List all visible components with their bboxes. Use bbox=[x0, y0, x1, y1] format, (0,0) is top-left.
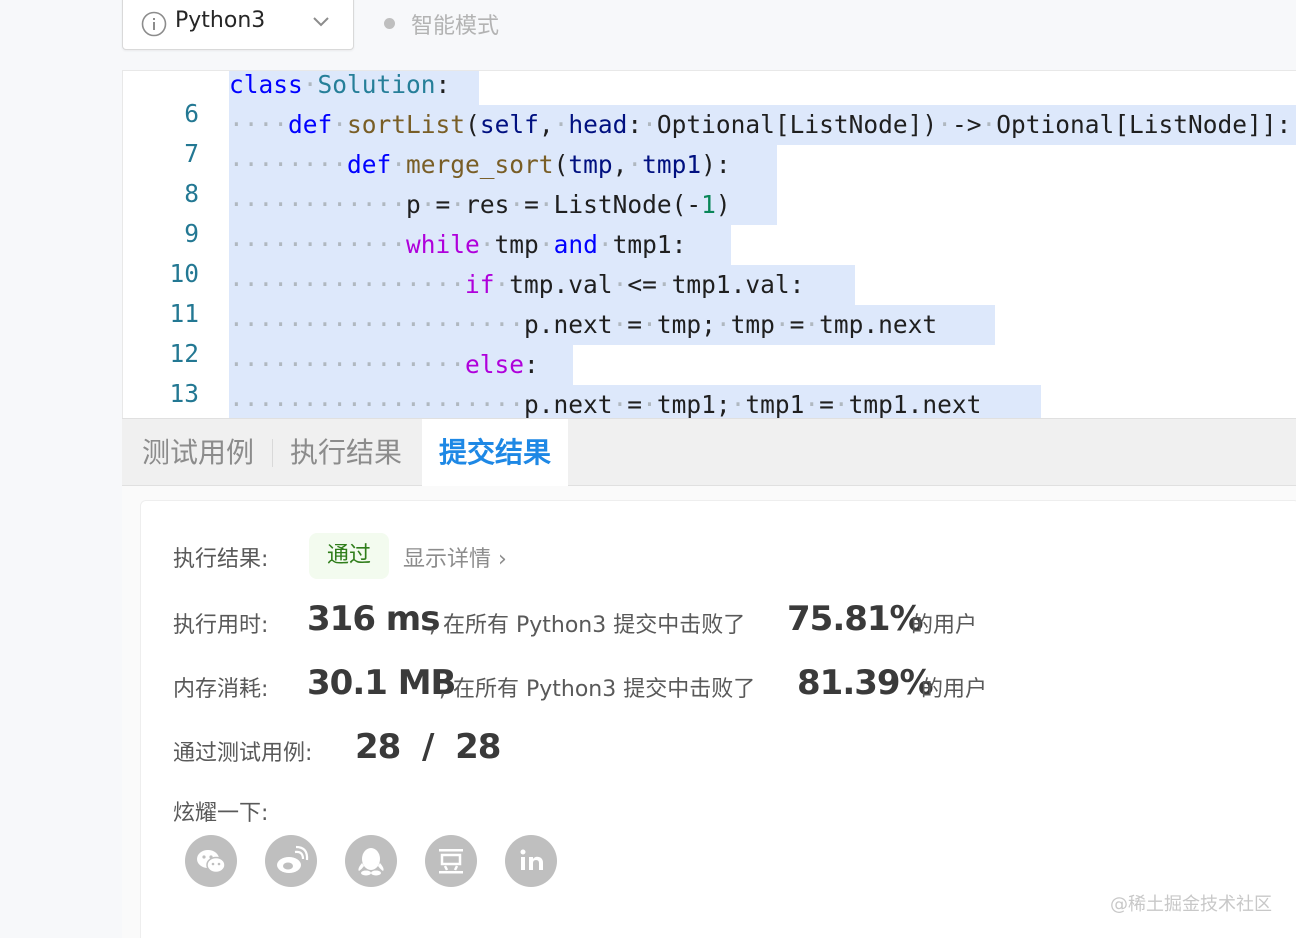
code-text: class·Solution: bbox=[229, 70, 451, 99]
runtime-desc: , 在所有 Python3 提交中击败了 bbox=[429, 613, 746, 638]
wechat-icon[interactable] bbox=[185, 835, 237, 887]
code-line: 8 ········def·merge_sort(tmp,·tmp1): bbox=[123, 145, 777, 208]
result-panel: 执行结果: 通过 显示详情 › 执行用时: 316 ms , 在所有 Pytho… bbox=[122, 486, 1296, 938]
code-line: 14 ····················p.next·=·tmp1;·tm… bbox=[123, 385, 1041, 418]
code-text: ········def·merge_sort(tmp,·tmp1): bbox=[229, 150, 731, 179]
mode-dot-icon bbox=[384, 18, 395, 29]
cases-value: 28 / 28 bbox=[355, 727, 501, 767]
language-label: Python3 bbox=[175, 8, 266, 33]
info-icon bbox=[141, 11, 167, 37]
code-line: 6 class·Solution: bbox=[123, 71, 479, 128]
runtime-value: 316 ms bbox=[307, 599, 440, 639]
code-line: 7 ····def·sortList(self,·head:·Optional[… bbox=[123, 105, 1296, 168]
tab-test-cases[interactable]: 测试用例 bbox=[142, 419, 274, 487]
tab-divider bbox=[272, 439, 273, 467]
memory-value: 30.1 MB bbox=[307, 663, 456, 703]
code-line: 10 ············while·tmp·and·tmp1: bbox=[123, 225, 731, 288]
status-badge: 通过 bbox=[309, 533, 389, 579]
result-card: 执行结果: 通过 显示详情 › 执行用时: 316 ms , 在所有 Pytho… bbox=[140, 500, 1296, 938]
qq-icon[interactable] bbox=[345, 835, 397, 887]
code-text: ····def·sortList(self,·head:·Optional[Li… bbox=[229, 110, 1292, 139]
linkedin-icon[interactable] bbox=[505, 835, 557, 887]
memory-label: 内存消耗: bbox=[173, 677, 269, 702]
code-line: 13 ················else: bbox=[123, 345, 573, 408]
runtime-label: 执行用时: bbox=[173, 613, 269, 638]
show-details-link[interactable]: 显示详情 › bbox=[403, 541, 507, 573]
status-label: 执行结果: bbox=[173, 547, 269, 572]
code-text: ····················p.next·=·tmp;·tmp·=·… bbox=[229, 310, 938, 339]
memory-percentile: 81.39% bbox=[797, 663, 934, 703]
chevron-down-icon bbox=[313, 17, 329, 27]
tab-label: 执行结果 bbox=[290, 436, 403, 469]
share-label: 炫耀一下: bbox=[173, 801, 269, 826]
code-text: ················if·tmp.val·<=·tmp1.val: bbox=[229, 270, 805, 299]
weibo-icon[interactable] bbox=[265, 835, 317, 887]
code-text: ····················p.next·=·tmp1;·tmp1·… bbox=[229, 390, 982, 418]
code-line: 12 ····················p.next·=·tmp;·tmp… bbox=[123, 305, 995, 368]
memory-tail: 的用户 bbox=[921, 677, 988, 702]
watermark: @稀土掘金技术社区 bbox=[1110, 894, 1272, 915]
tab-run-result[interactable]: 执行结果 bbox=[290, 419, 422, 487]
tab-submission-result[interactable]: 提交结果 bbox=[422, 419, 568, 488]
leetcode-submission-view: Python3 智能模式 6 class·Solution: 7 ····def… bbox=[0, 0, 1296, 938]
code-editor[interactable]: 6 class·Solution: 7 ····def·sortList(sel… bbox=[122, 70, 1296, 418]
code-text: ················else: bbox=[229, 350, 539, 379]
tab-label: 提交结果 bbox=[439, 436, 552, 469]
console-tabs: 测试用例 执行结果 提交结果 bbox=[122, 418, 1296, 488]
code-text: ············p·=·res·=·ListNode(-1) bbox=[229, 190, 731, 219]
smart-mode-label: 智能模式 bbox=[411, 14, 500, 39]
code-line: 11 ················if·tmp.val·<=·tmp1.va… bbox=[123, 265, 855, 328]
language-select[interactable]: Python3 bbox=[122, 0, 354, 50]
smart-mode-toggle[interactable]: 智能模式 bbox=[384, 8, 499, 40]
code-line: 9 ············p·=·res·=·ListNode(-1) bbox=[123, 185, 777, 248]
tab-label: 测试用例 bbox=[142, 436, 255, 469]
runtime-tail: 的用户 bbox=[911, 613, 978, 638]
code-text: ············while·tmp·and·tmp1: bbox=[229, 230, 687, 259]
runtime-percentile: 75.81% bbox=[787, 599, 924, 639]
douban-icon[interactable] bbox=[425, 835, 477, 887]
cases-label: 通过测试用例: bbox=[173, 741, 313, 766]
memory-desc: , 在所有 Python3 提交中击败了 bbox=[439, 677, 756, 702]
